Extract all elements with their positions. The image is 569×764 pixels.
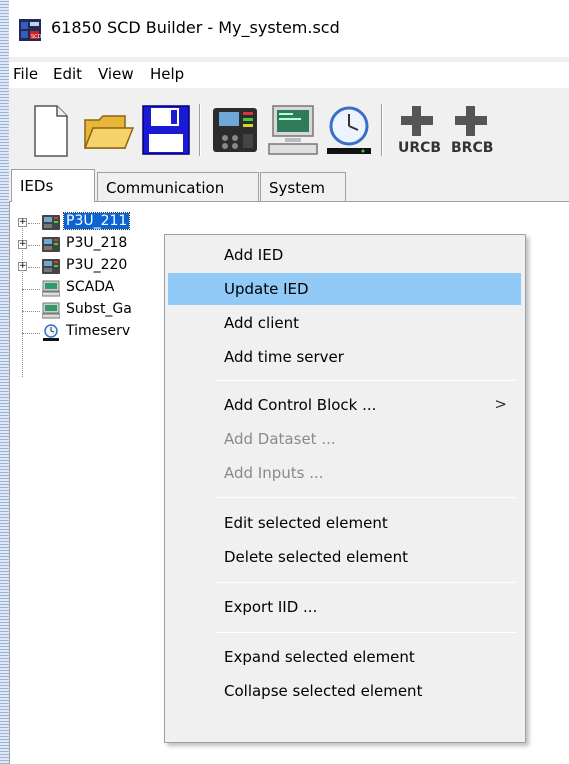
menu-item-expand-selected[interactable]: Expand selected element: [168, 641, 521, 673]
background-window-edge: [0, 0, 9, 764]
submenu-arrow-icon: >: [494, 395, 507, 413]
open-folder-icon[interactable]: [79, 102, 135, 158]
client-computer-icon: [42, 280, 60, 297]
expand-icon[interactable]: +: [18, 218, 27, 227]
menu-item-delete-selected[interactable]: Delete selected element: [168, 541, 521, 573]
menu-separator: [216, 380, 516, 381]
menu-item-label: Add Inputs ...: [224, 464, 324, 482]
save-icon[interactable]: [137, 102, 193, 158]
tree-connector: [22, 333, 40, 334]
tree-connector: [28, 245, 40, 246]
menu-item-add-control-block[interactable]: Add Control Block ... >: [168, 389, 521, 421]
menu-separator: [216, 632, 516, 633]
expand-icon[interactable]: +: [18, 240, 27, 249]
menu-item-label: Add Dataset ...: [224, 430, 336, 448]
tree-connector: [28, 223, 40, 224]
tree-connector: [22, 289, 40, 290]
toolbar-separator: [199, 104, 201, 156]
menu-item-label: Add time server: [224, 348, 344, 366]
menu-item-add-time-server[interactable]: Add time server: [168, 341, 521, 373]
tab-strip: IEDs Communication System: [9, 169, 569, 202]
menu-edit[interactable]: Edit: [53, 65, 82, 83]
menu-help[interactable]: Help: [150, 65, 184, 83]
ied-icon: [42, 237, 60, 252]
time-server-icon[interactable]: [321, 102, 377, 158]
ied-icon: [42, 215, 60, 230]
menu-item-edit-selected[interactable]: Edit selected element: [168, 507, 521, 539]
add-urcb-icon[interactable]: URCB: [393, 102, 443, 158]
menu-item-update-ied[interactable]: Update IED: [168, 273, 521, 305]
title-bar[interactable]: SCD 61850 SCD Builder - My_system.scd: [9, 0, 569, 57]
app-logo-icon: SCD: [19, 19, 41, 41]
brcb-label: BRCB: [451, 140, 493, 156]
menu-item-add-dataset: Add Dataset ...: [168, 423, 521, 455]
ied-icon[interactable]: [207, 102, 263, 158]
tab-ieds[interactable]: IEDs: [11, 169, 95, 202]
menu-item-label: Expand selected element: [224, 648, 415, 666]
tab-system[interactable]: System: [260, 172, 346, 202]
expand-icon[interactable]: +: [18, 262, 27, 271]
tree-item[interactable]: + P3U_211: [10, 212, 210, 234]
menu-item-add-client[interactable]: Add client: [168, 307, 521, 339]
menu-item-add-inputs: Add Inputs ...: [168, 457, 521, 489]
tree-connector: [22, 311, 40, 312]
menu-separator: [216, 582, 516, 583]
tab-label: IEDs: [20, 177, 54, 195]
tree-item-label: SCADA: [66, 279, 115, 295]
window-title: 61850 SCD Builder - My_system.scd: [51, 18, 340, 37]
tab-label: Communication: [106, 179, 225, 197]
add-brcb-icon[interactable]: BRCB: [447, 102, 497, 158]
menu-item-export-iid[interactable]: Export IID ...: [168, 591, 521, 623]
new-file-icon[interactable]: [21, 102, 77, 158]
tab-communication[interactable]: Communication: [97, 172, 259, 202]
menu-item-label: Add IED: [224, 246, 284, 264]
menu-item-label: Collapse selected element: [224, 682, 423, 700]
tree-item-label: P3U_218: [66, 235, 128, 251]
menu-item-label: Add client: [224, 314, 300, 332]
toolbar-separator: [381, 104, 383, 156]
tree-connector: [28, 267, 40, 268]
menu-item-label: Export IID ...: [224, 598, 318, 616]
client-computer-icon: [42, 302, 60, 319]
menu-item-label: Edit selected element: [224, 514, 388, 532]
tree-item-label: Subst_Ga: [66, 301, 132, 317]
app-window: SCD 61850 SCD Builder - My_system.scd Fi…: [9, 0, 569, 764]
time-server-icon: [43, 324, 59, 341]
tree-item-label: P3U_211: [62, 212, 131, 230]
tree-item-label: P3U_220: [66, 257, 128, 273]
ied-icon: [42, 259, 60, 274]
urcb-label: URCB: [398, 140, 441, 156]
tab-label: System: [269, 179, 325, 197]
context-menu: Add IED Update IED Add client Add time s…: [164, 234, 526, 743]
toolbar: URCB BRCB: [9, 94, 569, 166]
menu-view[interactable]: View: [98, 65, 134, 83]
menu-separator: [216, 497, 516, 498]
menu-item-label: Delete selected element: [224, 548, 408, 566]
client-computer-icon[interactable]: [265, 102, 321, 158]
menu-file[interactable]: File: [13, 65, 38, 83]
menu-item-label: Update IED: [224, 280, 309, 298]
menu-item-label: Add Control Block ...: [224, 396, 377, 414]
menu-item-add-ied[interactable]: Add IED: [168, 239, 521, 271]
menu-bar: File Edit View Help: [9, 62, 569, 88]
svg-text:SCD: SCD: [31, 34, 41, 40]
menu-item-collapse-selected[interactable]: Collapse selected element: [168, 675, 521, 707]
tree-item-label: Timeserv: [66, 323, 131, 339]
